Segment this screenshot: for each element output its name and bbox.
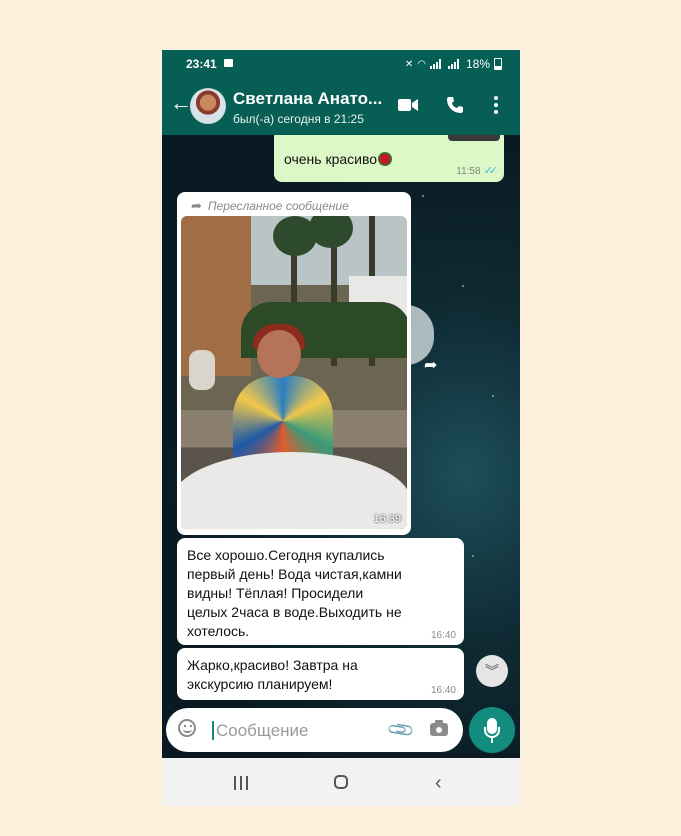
camera-icon[interactable] [430,720,448,736]
system-back-icon[interactable]: ‹ [435,772,442,795]
share-forward-icon[interactable]: ➦ [424,355,437,375]
signal-icon [429,59,444,69]
incoming-message[interactable]: Жарко,красиво! Завтра на экскурсию плани… [177,648,464,700]
message-input[interactable] [214,717,378,745]
photo-time: 16:39 [373,513,401,525]
message-text: Жарко,красиво! Завтра на экскурсию плани… [187,657,358,692]
avatar[interactable] [190,88,226,124]
voice-call-icon[interactable] [446,96,464,114]
outgoing-message[interactable]: очень красиво 11:58 ✓✓ [274,135,504,182]
voice-message-button[interactable] [469,707,515,753]
mute-icon: ✕ [404,58,414,70]
back-arrow-icon[interactable]: ← [170,92,192,114]
rose-emoji-icon [378,152,393,166]
phone-screen: 23:41 ✕ ◠ 18% ← Светлана Анато... был(-а… [162,50,520,806]
attach-icon[interactable]: 📎 [386,715,417,745]
quoted-thumbnail [448,135,500,141]
message-time: 11:58 [456,166,481,177]
recent-apps-icon[interactable] [234,776,250,790]
battery-percent: 18% [465,57,490,71]
microphone-stand [484,727,500,738]
message-time: 16:40 [430,630,456,641]
wifi-icon: ◠ [417,58,426,70]
chat-area[interactable]: очень красиво 11:58 ✓✓ ➦ Пересланное сообщ… [162,135,520,753]
message-text: очень красиво [284,151,393,167]
status-indicators: ✕ ◠ 18% [405,57,502,71]
message-composer: 📎 [166,708,463,752]
forwarded-image-message[interactable]: ➦ Пересланное сообщение 16:39 [177,192,411,535]
forwarded-label: ➦ Пересланное сообщение [191,198,349,213]
incoming-message[interactable]: Все хорошо.Сегодня купались первый день!… [177,538,464,645]
contact-info[interactable]: Светлана Анато... был(-а) сегодня в 21:2… [233,89,382,126]
scroll-to-bottom-button[interactable]: ︾ [476,655,508,687]
message-text: Все хорошо.Сегодня купались первый день!… [187,547,402,639]
image-notification-icon [224,59,233,67]
microphone-leg [491,738,493,743]
system-nav-bar: ‹ [162,758,520,806]
emoji-icon[interactable] [178,719,196,737]
forward-icon: ➦ [191,198,202,213]
video-call-icon[interactable] [398,98,418,112]
chat-header: ← Светлана Анато... был(-а) сегодня в 21… [162,78,520,135]
status-bar: 23:41 ✕ ◠ 18% [162,50,520,78]
double-chevron-down-icon: ︾ [485,663,499,679]
contact-name: Светлана Анато... [233,89,383,108]
home-icon[interactable] [334,775,348,789]
message-meta: 11:58 ✓✓ [456,164,499,177]
status-time: 23:41 [186,57,217,71]
message-photo[interactable]: 16:39 [181,216,407,529]
last-seen: был(-а) сегодня в 21:25 [233,112,364,126]
read-ticks-icon: ✓✓ [483,165,499,177]
message-time: 16:40 [430,685,456,696]
more-options-icon[interactable] [494,96,498,114]
signal-icon-2 [447,59,462,69]
battery-icon [494,58,502,70]
